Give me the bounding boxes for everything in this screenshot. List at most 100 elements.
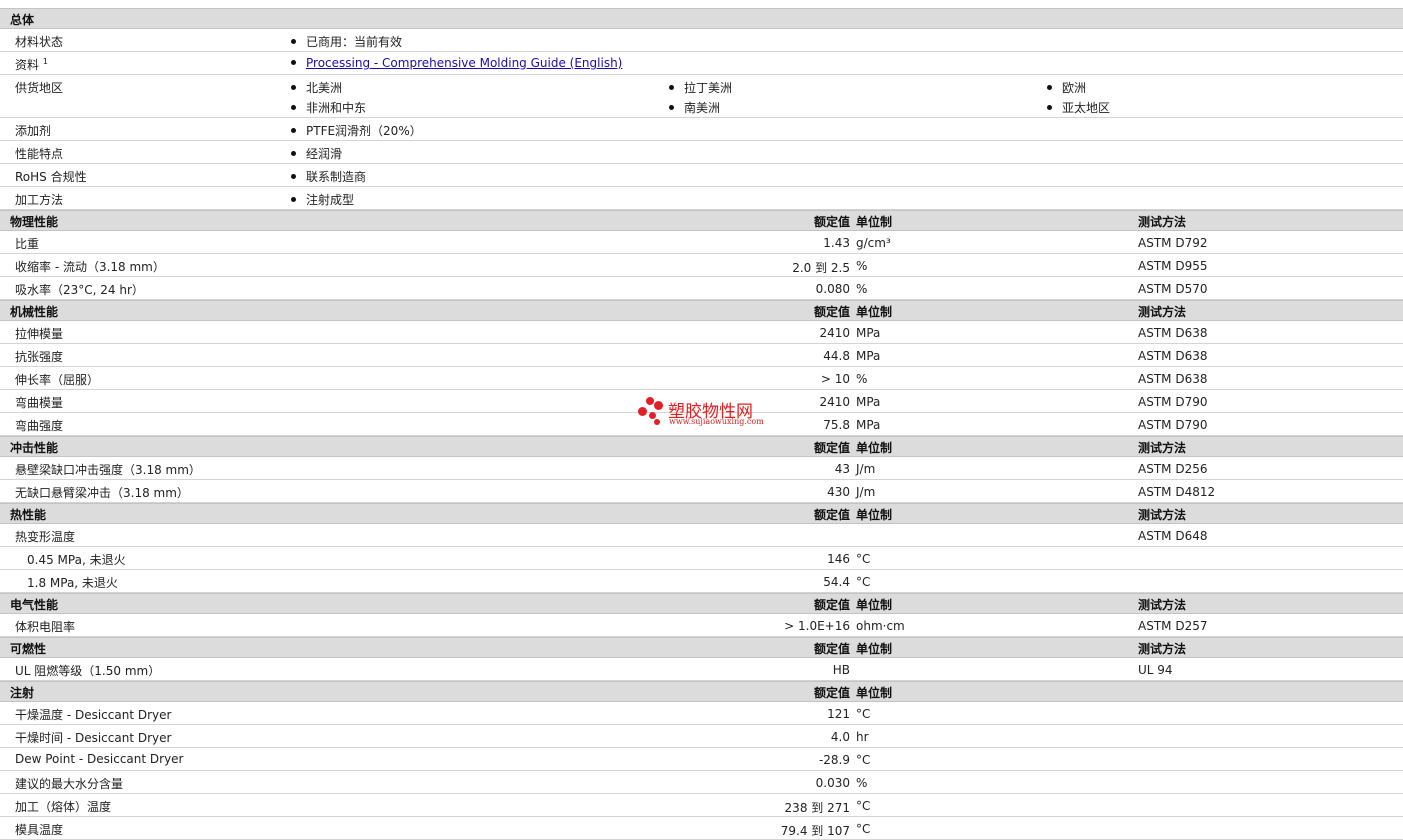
column-header-unit: 单位制 xyxy=(856,441,893,455)
bullet-icon xyxy=(669,105,674,110)
processing-guide-link[interactable]: Processing - Comprehensive Molding Guide… xyxy=(306,56,622,70)
property-value: 1.43 xyxy=(823,236,850,250)
bullet-item: 联系制造商 xyxy=(291,168,366,185)
column-header-test: 测试方法 xyxy=(1138,508,1187,522)
property-unit: MPa xyxy=(856,395,881,409)
section-title: 热性能 xyxy=(10,508,47,522)
property-row: 吸水率（23°C, 24 hr） 0.080% ASTM D570 xyxy=(0,277,1403,300)
bullet-item: PTFE润滑剂（20%） xyxy=(291,122,422,139)
general-row: 材料状态 已商用：当前有效 xyxy=(0,29,1403,52)
watermark-url: www.sujiaowuxing.com xyxy=(669,417,764,426)
property-row: 无缺口悬臂梁冲击（3.18 mm） 430 J/m ASTM D4812 xyxy=(0,480,1403,503)
test-method: ASTM D638 xyxy=(1138,349,1208,363)
section-header: 热性能 额定值 单位制 测试方法 xyxy=(0,503,1403,524)
property-row: 体积电阻率 > 1.0E+16 ohm·cm ASTM D257 xyxy=(0,614,1403,637)
property-label: 建议的最大水分含量 xyxy=(15,777,124,791)
general-row: 加工方法 注射成型 xyxy=(0,187,1403,210)
footnote-marker: 1 xyxy=(42,57,48,66)
column-header-unit: 单位制 xyxy=(856,508,893,522)
column-header-test: 测试方法 xyxy=(1138,305,1187,319)
section-title: 电气性能 xyxy=(10,598,59,612)
test-method: ASTM D790 xyxy=(1138,395,1208,409)
property-row: 干燥温度 - Desiccant Dryer 121 °C xyxy=(0,702,1403,725)
property-unit: °C xyxy=(856,552,871,566)
bullet-text: 已商用：当前有效 xyxy=(306,35,403,49)
region-item: 欧洲 xyxy=(1047,79,1086,96)
section-header-general: 总体 xyxy=(0,8,1403,29)
property-unit: MPa xyxy=(856,418,881,432)
column-header-unit: 单位制 xyxy=(856,642,893,656)
section-header: 注射 额定值 单位制 xyxy=(0,681,1403,702)
test-method: ASTM D638 xyxy=(1138,326,1208,340)
bullet-item: Processing - Comprehensive Molding Guide… xyxy=(291,56,622,70)
general-row: 供货地区 北美洲 拉丁美洲 欧洲 非洲和中东 南美洲 亚太地区 xyxy=(0,75,1403,118)
property-label: 无缺口悬臂梁冲击（3.18 mm） xyxy=(15,486,189,500)
property-label: 悬壁梁缺口冲击强度（3.18 mm） xyxy=(15,463,201,477)
bullet-icon xyxy=(291,151,296,156)
property-row: 抗张强度 44.8 MPa ASTM D638 xyxy=(0,344,1403,367)
section-header: 可燃性 额定值 单位制 测试方法 xyxy=(0,637,1403,658)
bullet-text: 联系制造商 xyxy=(306,170,367,184)
bullet-text: PTFE润滑剂（20%） xyxy=(306,124,422,138)
bullet-icon xyxy=(291,105,296,110)
column-header-unit: 单位制 xyxy=(856,305,893,319)
property-label: 收缩率 - 流动（3.18 mm） xyxy=(15,260,165,274)
property-unit: °C xyxy=(856,753,871,767)
property-row: Dew Point - Desiccant Dryer -28.9 °C xyxy=(0,748,1403,771)
column-header-value: 额定值 xyxy=(813,305,850,319)
bullet-icon xyxy=(1047,85,1052,90)
bullet-icon xyxy=(291,60,296,65)
bullet-text: 注射成型 xyxy=(306,193,355,207)
row-label: 材料状态 xyxy=(15,35,64,49)
column-header-value: 额定值 xyxy=(813,686,850,700)
column-header-value: 额定值 xyxy=(813,598,850,612)
test-method: UL 94 xyxy=(1138,663,1173,677)
property-unit: % xyxy=(856,259,868,273)
property-value: 0.080 xyxy=(815,282,850,296)
section-header: 电气性能 额定值 单位制 测试方法 xyxy=(0,593,1403,614)
test-method: ASTM D257 xyxy=(1138,619,1208,633)
property-label: 弯曲强度 xyxy=(15,419,64,433)
general-row: 添加剂 PTFE润滑剂（20%） xyxy=(0,118,1403,141)
region-item: 拉丁美洲 xyxy=(669,79,732,96)
property-unit: % xyxy=(856,372,868,386)
row-label: 加工方法 xyxy=(15,193,64,207)
property-label: 加工（熔体）温度 xyxy=(15,800,112,814)
property-row: 比重 1.43 g/cm³ ASTM D792 xyxy=(0,231,1403,254)
property-value: > 1.0E+16 xyxy=(784,619,850,633)
test-method: ASTM D792 xyxy=(1138,236,1208,250)
property-unit: ohm·cm xyxy=(856,619,905,633)
column-header-unit: 单位制 xyxy=(856,598,893,612)
property-label: 抗张强度 xyxy=(15,350,64,364)
property-value: HB xyxy=(832,663,850,677)
property-label: 热变形温度 xyxy=(15,530,76,544)
bullet-icon xyxy=(291,39,296,44)
bullet-text: 经润滑 xyxy=(306,147,343,161)
general-row: RoHS 合规性 联系制造商 xyxy=(0,164,1403,187)
property-unit: MPa xyxy=(856,326,881,340)
property-unit: °C xyxy=(856,707,871,721)
bullet-icon xyxy=(1047,105,1052,110)
property-row: 1.8 MPa, 未退火 54.4 °C xyxy=(0,570,1403,593)
property-value: 43 xyxy=(834,462,850,476)
section-header: 物理性能 额定值 单位制 测试方法 xyxy=(0,210,1403,231)
property-value: 79.4 到 107 xyxy=(780,824,850,838)
property-unit: °C xyxy=(856,575,871,589)
test-method: ASTM D256 xyxy=(1138,462,1208,476)
region-name: 欧洲 xyxy=(1062,81,1087,95)
property-label: 伸长率（屈服） xyxy=(15,373,100,387)
section-title: 注射 xyxy=(10,686,35,700)
column-header-value: 额定值 xyxy=(813,642,850,656)
property-row: 拉伸模量 2410 MPa ASTM D638 xyxy=(0,321,1403,344)
property-row: 加工（熔体）温度 238 到 271 °C xyxy=(0,794,1403,817)
test-method: ASTM D570 xyxy=(1138,282,1208,296)
property-row: 0.45 MPa, 未退火 146 °C xyxy=(0,547,1403,570)
test-method: ASTM D648 xyxy=(1138,529,1208,543)
section-header: 机械性能 额定值 单位制 测试方法 xyxy=(0,300,1403,321)
property-value: 0.030 xyxy=(815,776,850,790)
property-unit: % xyxy=(856,776,868,790)
property-label: 弯曲模量 xyxy=(15,396,64,410)
property-label: 0.45 MPa, 未退火 xyxy=(27,553,126,567)
region-name: 北美洲 xyxy=(306,81,343,95)
row-label: 资料 xyxy=(15,58,40,72)
